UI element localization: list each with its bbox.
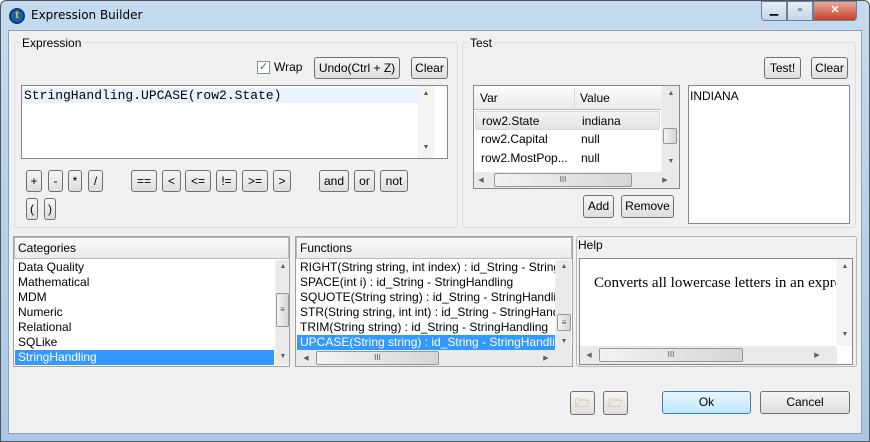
functions-vscrollbar[interactable]: ▲ ≡ ▼: [555, 260, 571, 350]
operator-not-equal-button[interactable]: !=: [216, 170, 237, 192]
operator-plus-button[interactable]: +: [26, 170, 42, 192]
column-header-value[interactable]: Value: [580, 88, 610, 108]
table-row[interactable]: row2.Capital null: [475, 130, 660, 149]
categorie-item[interactable]: StringHandling: [15, 350, 274, 365]
test-result-text: INDIANA: [690, 89, 739, 103]
operator-multiply-button[interactable]: *: [68, 170, 82, 192]
categorie-item[interactable]: Numeric: [15, 305, 274, 320]
export-button[interactable]: 🗁: [603, 391, 628, 415]
value-cell[interactable]: null: [581, 130, 600, 149]
operator-not-button[interactable]: not: [380, 170, 408, 192]
function-item[interactable]: STR(String string, int int) : id_String …: [297, 305, 555, 320]
function-item[interactable]: TRIM(String string) : id_String - String…: [297, 320, 555, 335]
operator-open-paren-button[interactable]: (: [26, 198, 38, 220]
operator-greater-equal-button[interactable]: >=: [242, 170, 268, 192]
function-item[interactable]: SPACE(int i) : id_String - StringHandlin…: [297, 275, 555, 290]
operator-divide-button[interactable]: /: [88, 170, 103, 192]
help-vscrollbar[interactable]: ▲ ▼: [837, 259, 852, 346]
expression-label: Expression: [20, 36, 84, 50]
clear-test-button[interactable]: Clear: [811, 57, 848, 79]
expression-scrollbar[interactable]: ▲ ▼: [418, 86, 434, 158]
operator-or-button[interactable]: or: [354, 170, 375, 192]
function-item[interactable]: UPCASE(String string) : id_String - Stri…: [297, 335, 555, 350]
var-cell[interactable]: row2.Capital: [481, 130, 548, 149]
remove-variable-button[interactable]: Remove: [621, 195, 674, 218]
maximize-button[interactable]: ▫: [787, 1, 813, 21]
categorie-item[interactable]: Mathematical: [15, 275, 274, 290]
help-label: Help: [578, 238, 603, 252]
operator-less-equal-button[interactable]: <=: [185, 170, 211, 192]
operator-and-button[interactable]: and: [319, 170, 349, 192]
add-variable-button[interactable]: Add: [583, 195, 614, 218]
minimize-button[interactable]: ▁: [761, 1, 787, 21]
functions-panel: Functions RIGHT(String string, int index…: [295, 236, 573, 367]
var-cell[interactable]: row2.State: [482, 112, 539, 131]
operator-close-paren-button[interactable]: ): [44, 198, 56, 220]
categories-panel: Categories Data Quality Mathematical MDM Nu…: [13, 236, 290, 367]
table-row[interactable]: row2.State indiana: [475, 111, 660, 130]
expression-text[interactable]: StringHandling.UPCASE(row2.State): [24, 88, 281, 103]
window-title: Expression Builder: [31, 8, 143, 22]
clear-expression-button[interactable]: Clear: [411, 57, 448, 79]
import-folder-icon: 🗁: [575, 396, 590, 410]
export-folder-icon: 🗁: [608, 396, 623, 410]
functions-hscrollbar[interactable]: ◀ III ▶: [296, 350, 572, 366]
wrap-label: Wrap: [274, 60, 303, 74]
categorie-item[interactable]: Relational: [15, 320, 274, 335]
test-result-area[interactable]: INDIANA: [688, 85, 850, 224]
function-item[interactable]: SQUOTE(String string) : id_String - Stri…: [297, 290, 555, 305]
test-label: Test: [468, 36, 495, 50]
ok-button[interactable]: Ok: [662, 391, 751, 414]
help-content: Converts all lowercase letters in an exp…: [579, 258, 853, 365]
table-vscrollbar[interactable]: ▲ ▼: [661, 86, 679, 172]
operator-equals-button[interactable]: ==: [131, 170, 157, 192]
variables-table: Var Value row2.State indiana row2.Capital n…: [473, 85, 680, 189]
column-header-var[interactable]: Var: [480, 88, 498, 108]
help-hscrollbar[interactable]: ◀ III ▶: [580, 346, 837, 364]
table-row[interactable]: row2.MostPop... null: [475, 149, 660, 168]
expression-editor[interactable]: StringHandling.UPCASE(row2.State) ▲ ▼: [21, 85, 448, 159]
close-button[interactable]: ✕: [813, 1, 857, 21]
run-test-button[interactable]: Test!: [764, 57, 801, 79]
table-hscrollbar[interactable]: ◀ III ▶: [474, 172, 679, 188]
categorie-item[interactable]: SQLike: [15, 335, 274, 350]
value-cell[interactable]: null: [581, 149, 600, 168]
operator-minus-button[interactable]: -: [48, 170, 63, 192]
import-button[interactable]: 🗁: [570, 391, 595, 415]
var-cell[interactable]: row2.MostPop...: [481, 149, 568, 168]
functions-header: Functions: [296, 237, 572, 259]
function-item[interactable]: RIGHT(String string, int index) : id_Str…: [297, 260, 555, 275]
categories-header: Categories: [14, 237, 289, 259]
categories-scrollbar[interactable]: ▲ ≡ ▼: [275, 260, 289, 365]
categorie-item[interactable]: Data Quality: [15, 260, 274, 275]
value-cell[interactable]: indiana: [582, 112, 621, 131]
categorie-item[interactable]: MDM: [15, 290, 274, 305]
cancel-button[interactable]: Cancel: [760, 391, 850, 414]
undo-button[interactable]: Undo(Ctrl + Z): [314, 57, 400, 79]
app-logo-icon: t: [9, 8, 25, 24]
wrap-checkbox[interactable]: ✓: [257, 61, 270, 74]
operator-less-than-button[interactable]: <: [162, 170, 181, 192]
help-text: Converts all lowercase letters in an exp…: [594, 275, 836, 291]
operator-greater-than-button[interactable]: >: [273, 170, 291, 192]
